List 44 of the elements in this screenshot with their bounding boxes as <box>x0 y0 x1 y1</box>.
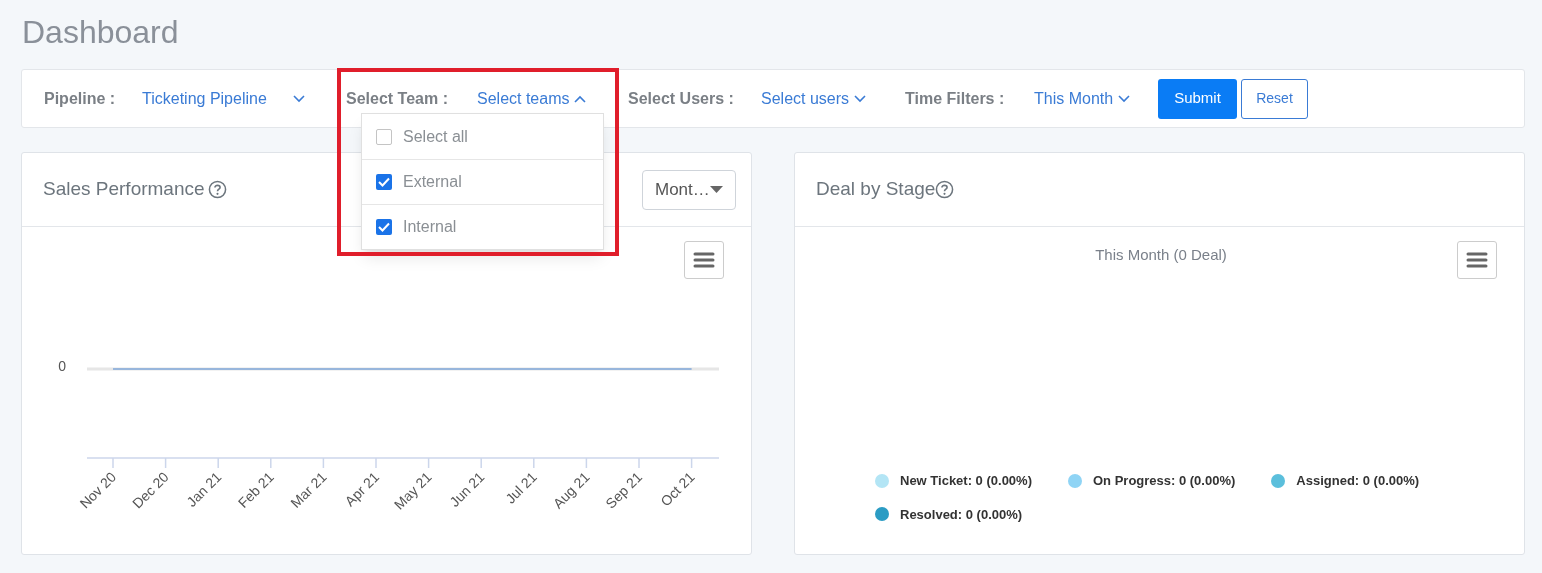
dropdown-option[interactable]: External <box>362 159 603 204</box>
dropdown-option[interactable]: Internal <box>362 204 603 249</box>
x-tick-label: Nov 20 <box>76 468 120 512</box>
caret-icon <box>710 185 723 194</box>
chart-subtitle: This Month (0 Deal) <box>1094 245 1228 265</box>
x-tick-label: Mar 21 <box>287 468 330 511</box>
x-tick-label: Jun 21 <box>446 468 488 510</box>
filter-dropdown[interactable]: Ticketing Pipeline <box>142 86 305 111</box>
filter-dropdown[interactable]: Select users <box>761 86 867 111</box>
filter-label: Time Filters : <box>905 89 1005 107</box>
dropdown-option[interactable]: Select all <box>362 114 603 159</box>
submit-button[interactable]: Submit <box>1158 78 1237 119</box>
x-tick-label: Jul 21 <box>502 468 540 507</box>
checkbox[interactable] <box>376 128 392 145</box>
legend-label: On Progress: 0 (0.00%) <box>1093 472 1236 490</box>
chart-menu-button[interactable] <box>1457 241 1497 279</box>
card-title: Sales Performance <box>43 177 205 202</box>
filter-dropdown[interactable]: This Month <box>1034 86 1131 111</box>
legend-label: Assigned: 0 (0.00%) <box>1296 472 1420 490</box>
x-tick-label: Aug 21 <box>549 468 593 512</box>
x-tick-label: Sep 21 <box>602 468 646 512</box>
menu-icon <box>1466 252 1488 268</box>
help-icon[interactable] <box>935 180 955 199</box>
x-tick-label: Dec 20 <box>129 468 172 512</box>
x-tick-label: Jan 21 <box>183 468 225 510</box>
checkbox[interactable] <box>376 219 392 235</box>
reset-button[interactable]: Reset <box>1241 78 1308 119</box>
help-icon[interactable] <box>207 180 227 199</box>
chart-menu-button[interactable] <box>684 241 724 279</box>
x-tick-label: Oct 21 <box>657 468 698 510</box>
legend-label: New Ticket: 0 (0.00%) <box>900 472 1032 490</box>
menu-icon <box>693 252 715 268</box>
y-tick-label: 0 <box>58 358 66 374</box>
filter-label: Select Users : <box>628 89 734 107</box>
page-title: Dashboard <box>22 13 179 52</box>
period-select[interactable]: Mont… <box>642 169 736 210</box>
card-title: Deal by Stage <box>816 177 936 202</box>
legend-label: Resolved: 0 (0.00%) <box>900 505 1023 524</box>
filter-label: Select Team : <box>346 89 448 107</box>
checkbox[interactable] <box>376 174 392 190</box>
filter-dropdown[interactable]: Select teams <box>477 86 587 111</box>
filter-label: Pipeline : <box>44 89 116 107</box>
x-tick-label: Feb 21 <box>234 468 277 511</box>
x-tick-label: Apr 21 <box>341 468 383 510</box>
